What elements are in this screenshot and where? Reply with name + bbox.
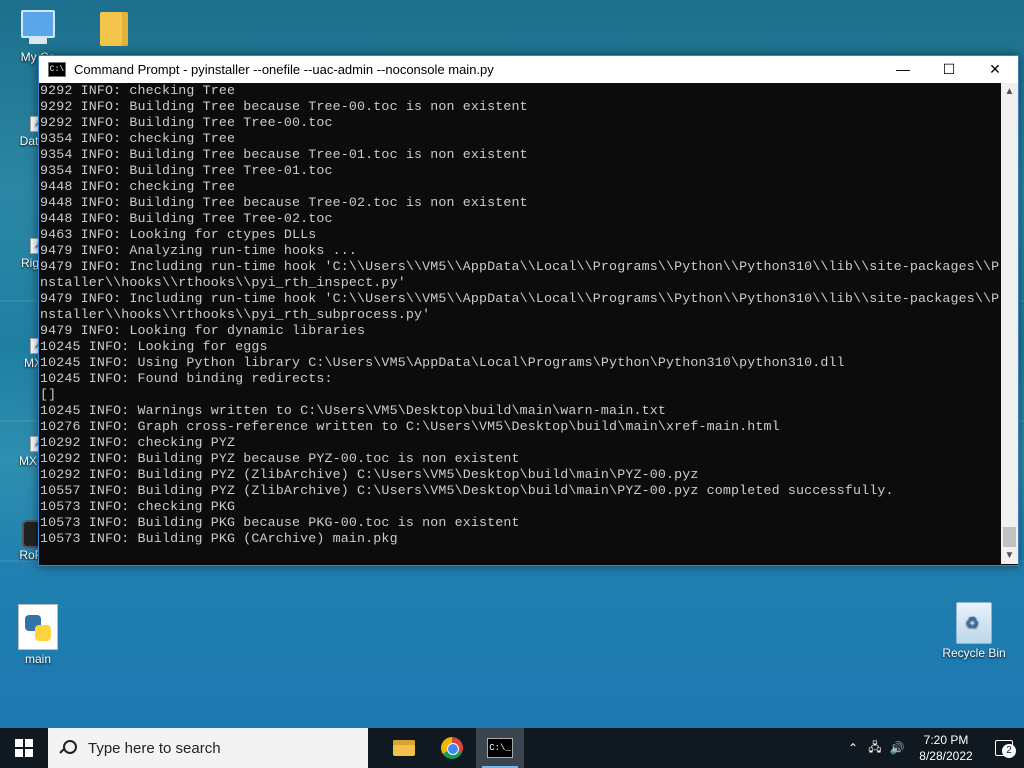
console-line: 9292 INFO: Building Tree because Tree-00…: [40, 99, 528, 114]
console-line: 9354 INFO: checking Tree: [40, 131, 236, 146]
chrome-icon: [441, 737, 463, 759]
console-line: 10573 INFO: Building PKG (CArchive) main…: [40, 531, 398, 546]
command-prompt-window[interactable]: C:\ Command Prompt - pyinstaller --onefi…: [38, 55, 1019, 566]
console-line: 10573 INFO: Building PKG because PKG-00.…: [40, 515, 520, 530]
search-icon: [60, 740, 77, 756]
computer-icon: [21, 10, 55, 44]
console-line: 9292 INFO: checking Tree: [40, 83, 236, 98]
console-line: 9479 INFO: Looking for dynamic libraries: [40, 323, 366, 338]
cmd-icon: C:\_: [487, 738, 513, 758]
console-line: 9448 INFO: Building Tree because Tree-02…: [40, 195, 528, 210]
cmd-icon: C:\: [48, 62, 66, 77]
chevron-up-icon[interactable]: ⌃: [842, 741, 864, 755]
console-line: 9354 INFO: Building Tree Tree-01.toc: [40, 163, 333, 178]
console-line: 10292 INFO: checking PYZ: [40, 435, 236, 450]
window-controls: — ☐ ✕: [880, 56, 1018, 83]
vertical-scrollbar[interactable]: ▲ ▼: [1001, 83, 1018, 564]
console-line: 9463 INFO: Looking for ctypes DLLs: [40, 227, 317, 242]
clock[interactable]: 7:20 PM 8/28/2022: [908, 732, 984, 764]
console-line: 9479 INFO: Analyzing run-time hooks ...: [40, 243, 358, 258]
recycle-bin-icon: ♻: [956, 602, 992, 644]
console-line: 10245 INFO: Looking for eggs: [40, 339, 268, 354]
console-line: 9479 INFO: Including run-time hook 'C:\\…: [40, 291, 999, 306]
desktop-icon-recycle-bin[interactable]: ♻ Recycle Bin: [936, 602, 1012, 660]
console-line: []: [40, 387, 57, 402]
console-line: 10557 INFO: Building PYZ (ZlibArchive) C…: [40, 483, 894, 498]
console-output[interactable]: 9292 INFO: checking Tree 9292 INFO: Build…: [40, 83, 999, 564]
python-file-icon: [18, 604, 58, 650]
taskbar-file-explorer[interactable]: [380, 728, 428, 768]
scroll-track[interactable]: [1001, 100, 1018, 547]
console-line: 9479 INFO: Including run-time hook 'C:\\…: [40, 259, 999, 274]
taskbar-command-prompt[interactable]: C:\_: [476, 728, 524, 768]
clock-date: 8/28/2022: [919, 749, 973, 763]
maximize-button[interactable]: ☐: [926, 56, 972, 83]
console-line: 9292 INFO: Building Tree Tree-00.toc: [40, 115, 333, 130]
system-tray: ⌃ 🖧 🔊 7:20 PM 8/28/2022 2: [842, 728, 1024, 768]
search-placeholder: Type here to search: [88, 739, 221, 757]
scroll-down-arrow-icon[interactable]: ▼: [1001, 547, 1018, 564]
start-button[interactable]: [0, 728, 48, 768]
console-line: nstaller\\hooks\\rthooks\\pyi_rth_subpro…: [40, 307, 431, 322]
console-line: 9354 INFO: Building Tree because Tree-01…: [40, 147, 528, 162]
console-line: 9448 INFO: Building Tree Tree-02.toc: [40, 211, 333, 226]
scroll-thumb[interactable]: [1003, 527, 1016, 547]
console-line: 10245 INFO: Using Python library C:\User…: [40, 355, 845, 370]
desktop-icon-label: Recycle Bin: [942, 646, 1006, 660]
console-line: 10573 INFO: checking PKG: [40, 499, 236, 514]
taskbar: Type here to search C:\_ ⌃ 🖧 🔊 7:20 PM 8…: [0, 728, 1024, 768]
clock-time: 7:20 PM: [923, 733, 969, 747]
desktop-icon-label: main: [24, 652, 51, 666]
volume-icon[interactable]: 🔊: [886, 741, 908, 755]
taskbar-chrome[interactable]: [428, 728, 476, 768]
desktop: My Co ↗ DataW ↗ Rigs o ↗ MX b ↗ MX Bik R…: [0, 0, 1024, 728]
desktop-icon-folder[interactable]: [76, 12, 152, 48]
desktop-icon-main[interactable]: main: [0, 604, 76, 666]
console-line: 10292 INFO: Building PYZ (ZlibArchive) C…: [40, 467, 699, 482]
console-line: 10292 INFO: Building PYZ because PYZ-00.…: [40, 451, 520, 466]
console-line: 10276 INFO: Graph cross-reference writte…: [40, 419, 780, 434]
folder-icon: [100, 12, 128, 46]
console-line: 9448 INFO: checking Tree: [40, 179, 236, 194]
network-icon[interactable]: 🖧: [864, 738, 886, 759]
console-line: nstaller\\hooks\\rthooks\\pyi_rth_inspec…: [40, 275, 406, 290]
file-explorer-icon: [393, 740, 415, 756]
console-line: 10245 INFO: Found binding redirects:: [40, 371, 333, 386]
window-titlebar[interactable]: C:\ Command Prompt - pyinstaller --onefi…: [39, 56, 1018, 83]
notifications-button[interactable]: 2: [984, 728, 1024, 768]
close-button[interactable]: ✕: [972, 56, 1018, 83]
window-title: Command Prompt - pyinstaller --onefile -…: [74, 62, 494, 77]
windows-logo-icon: [15, 739, 33, 757]
scroll-up-arrow-icon[interactable]: ▲: [1001, 83, 1018, 100]
console-line: 10245 INFO: Warnings written to C:\Users…: [40, 403, 666, 418]
notification-count-badge: 2: [1002, 744, 1016, 758]
minimize-button[interactable]: —: [880, 56, 926, 83]
search-box[interactable]: Type here to search: [48, 728, 368, 768]
